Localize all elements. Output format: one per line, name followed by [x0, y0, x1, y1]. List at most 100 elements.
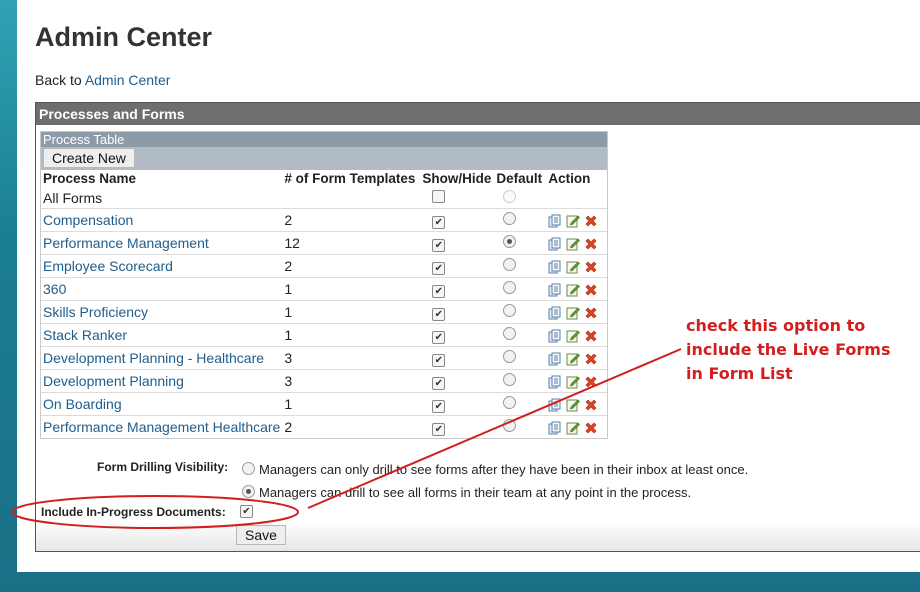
process-table-title: Process Table — [41, 132, 607, 147]
default-radio[interactable] — [503, 212, 517, 225]
show-hide-cell: ✔ — [420, 369, 495, 393]
delete-icon[interactable] — [584, 304, 602, 320]
show-hide-checkbox[interactable]: ✔ — [432, 330, 446, 344]
form-template-count: 1 — [282, 323, 421, 347]
copy-icon[interactable] — [548, 258, 566, 274]
edit-icon[interactable] — [566, 327, 584, 343]
all-forms-default-radio — [503, 189, 517, 203]
copy-icon[interactable] — [548, 235, 566, 251]
delete-icon[interactable] — [584, 235, 602, 251]
show-hide-cell: ✔ — [420, 300, 495, 324]
back-prefix: Back to — [35, 72, 85, 88]
edit-icon[interactable] — [566, 212, 584, 228]
copy-icon[interactable] — [548, 212, 566, 228]
process-name-link[interactable]: Stack Ranker — [43, 327, 127, 343]
include-in-progress-checkbox[interactable]: ✔ — [240, 505, 253, 518]
show-hide-checkbox[interactable]: ✔ — [432, 376, 446, 390]
default-radio[interactable] — [503, 281, 517, 294]
process-name-link[interactable]: Compensation — [43, 212, 133, 228]
delete-icon[interactable] — [584, 258, 602, 274]
delete-icon[interactable] — [584, 396, 602, 412]
edit-icon[interactable] — [566, 235, 584, 251]
copy-icon[interactable] — [548, 373, 566, 389]
process-name-link[interactable]: Performance Management Healthcare — [43, 419, 280, 435]
form-template-count: 3 — [282, 346, 421, 370]
table-row: Employee Scorecard 2 ✔ — [41, 254, 607, 278]
show-hide-cell: ✔ — [420, 415, 495, 438]
default-radio[interactable] — [503, 373, 517, 386]
edit-icon[interactable] — [566, 304, 584, 320]
process-table-header-row: Process Name # of Form Templates Show/Hi… — [41, 170, 607, 187]
all-forms-show-checkbox[interactable] — [432, 189, 446, 203]
save-button[interactable]: Save — [236, 525, 286, 545]
delete-icon[interactable] — [584, 281, 602, 297]
all-forms-label: All Forms — [43, 189, 103, 206]
edit-icon[interactable] — [566, 281, 584, 297]
process-name-cell: Development Planning — [41, 369, 283, 393]
show-hide-checkbox[interactable]: ✔ — [432, 261, 446, 275]
default-cell — [494, 300, 547, 324]
copy-icon[interactable] — [548, 304, 566, 320]
process-name-link[interactable]: Development Planning — [43, 373, 184, 389]
table-row: Compensation 2 ✔ — [41, 208, 607, 232]
col-process-name: Process Name — [43, 171, 137, 186]
process-name-link[interactable]: 360 — [43, 281, 66, 297]
show-hide-checkbox[interactable]: ✔ — [432, 307, 446, 321]
process-name-link[interactable]: Skills Proficiency — [43, 304, 148, 320]
process-name-link[interactable]: Performance Management — [43, 235, 209, 251]
show-hide-checkbox[interactable]: ✔ — [432, 422, 446, 436]
default-radio[interactable] — [503, 350, 517, 363]
edit-icon[interactable] — [566, 258, 584, 274]
copy-icon[interactable] — [548, 419, 566, 435]
table-row: Skills Proficiency 1 ✔ — [41, 300, 607, 324]
process-name-link[interactable]: Employee Scorecard — [43, 258, 173, 274]
edit-icon[interactable] — [566, 350, 584, 366]
col-action: Action — [548, 171, 591, 186]
show-hide-checkbox[interactable]: ✔ — [432, 238, 446, 252]
form-template-count: 12 — [282, 231, 421, 255]
show-hide-checkbox[interactable]: ✔ — [432, 399, 446, 413]
drilling-option-2-radio[interactable] — [242, 485, 255, 498]
action-cell — [546, 300, 607, 324]
default-radio[interactable] — [503, 258, 517, 271]
default-cell — [494, 208, 547, 232]
delete-icon[interactable] — [584, 327, 602, 343]
form-template-count: 3 — [282, 369, 421, 393]
delete-icon[interactable] — [584, 212, 602, 228]
panel-footer — [36, 521, 920, 551]
action-cell — [546, 323, 607, 347]
col-form-templates: # of Form Templates — [284, 171, 416, 186]
default-radio[interactable] — [503, 327, 517, 340]
default-cell — [494, 415, 547, 438]
all-forms-count — [282, 187, 420, 209]
delete-icon[interactable] — [584, 350, 602, 366]
process-name-link[interactable]: Development Planning - Healthcare — [43, 350, 264, 366]
copy-icon[interactable] — [548, 327, 566, 343]
process-name-link[interactable]: On Boarding — [43, 396, 122, 412]
show-hide-checkbox[interactable]: ✔ — [432, 353, 446, 367]
action-cell — [546, 392, 607, 416]
copy-icon[interactable] — [548, 350, 566, 366]
delete-icon[interactable] — [584, 419, 602, 435]
copy-icon[interactable] — [548, 396, 566, 412]
create-new-button[interactable]: Create New — [43, 148, 135, 168]
default-radio[interactable] — [503, 235, 517, 248]
process-name-cell: Performance Management Healthcare — [41, 415, 283, 438]
drilling-option-1-radio[interactable] — [242, 462, 255, 475]
edit-icon[interactable] — [566, 396, 584, 412]
all-forms-row: All Forms — [41, 187, 607, 209]
delete-icon[interactable] — [584, 373, 602, 389]
show-hide-checkbox[interactable]: ✔ — [432, 284, 446, 298]
table-row: 360 1 ✔ — [41, 277, 607, 301]
annotation-line-1: check this option to — [686, 316, 866, 335]
action-cell — [546, 346, 607, 370]
edit-icon[interactable] — [566, 419, 584, 435]
copy-icon[interactable] — [548, 281, 566, 297]
default-radio[interactable] — [503, 304, 517, 317]
default-radio[interactable] — [503, 396, 517, 409]
edit-icon[interactable] — [566, 373, 584, 389]
show-hide-checkbox[interactable]: ✔ — [432, 215, 446, 229]
back-to-admin-center-link[interactable]: Admin Center — [85, 72, 171, 88]
default-cell — [494, 323, 547, 347]
default-radio[interactable] — [503, 419, 517, 432]
